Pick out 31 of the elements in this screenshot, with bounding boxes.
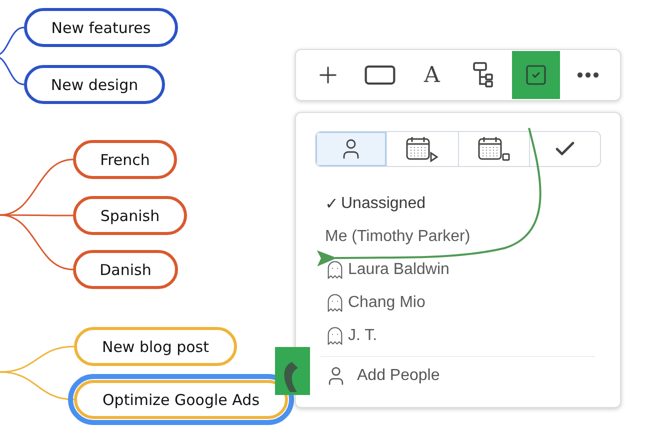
assignee-option[interactable]: Chang Mio (325, 286, 601, 319)
tree-icon (472, 61, 496, 89)
connector-line (0, 55, 24, 86)
assignee-name: Chang Mio (348, 294, 426, 312)
check-mark: ✓ (325, 194, 338, 214)
assignee-name: Unassigned (341, 194, 426, 212)
calendar-due-icon (476, 135, 511, 163)
callout-drawing (275, 347, 310, 395)
assignee-name: J. T. (348, 326, 378, 344)
add-people-button[interactable]: Add People (315, 357, 440, 395)
assignee-option[interactable]: Laura Baldwin (325, 253, 601, 286)
assignee-name: Laura Baldwin (348, 260, 450, 278)
topic-node[interactable]: New features (24, 8, 178, 47)
person-tab[interactable] (316, 132, 388, 166)
text-button[interactable]: A (408, 51, 456, 99)
ghost-icon (325, 326, 345, 346)
assignee-option[interactable]: J. T. (325, 319, 601, 352)
assignee-option[interactable]: Me (Timothy Parker) (325, 220, 601, 253)
topic-node[interactable]: Spanish (73, 196, 187, 235)
topic-node[interactable]: New design (24, 65, 165, 104)
ghost-icon (325, 292, 345, 312)
checkbox-icon (524, 63, 548, 87)
assignee-option[interactable]: ✓ Unassigned (325, 187, 601, 220)
assignee-name: Me (Timothy Parker) (325, 228, 470, 246)
connector-line (0, 26, 24, 57)
ghost-icon (325, 260, 345, 280)
topic-node[interactable]: Danish (73, 250, 178, 289)
topic-node[interactable]: New blog post (74, 327, 237, 366)
more-icon (577, 72, 599, 78)
topic-node[interactable]: French (73, 140, 177, 179)
calendar-start-icon (405, 135, 440, 163)
